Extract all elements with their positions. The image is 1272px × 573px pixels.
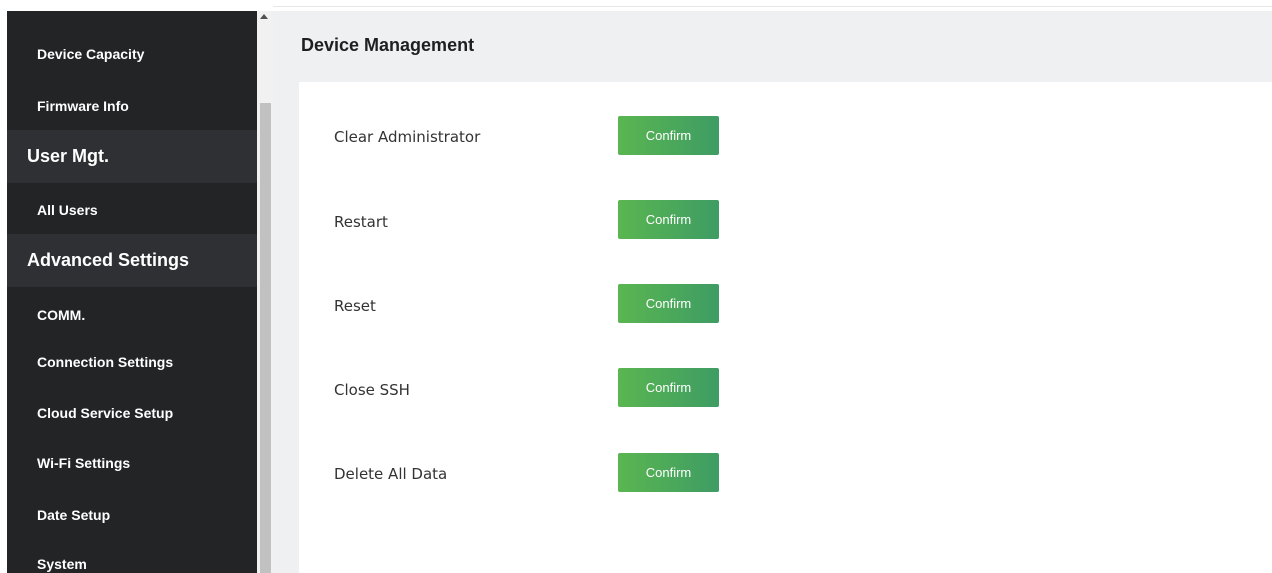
reset-confirm-button[interactable]: Confirm [618,284,719,323]
top-divider [273,6,1272,7]
close-ssh-confirm-button[interactable]: Confirm [618,368,719,407]
scrollbar-thumb[interactable] [260,103,271,573]
sidebar-item-connection-settings[interactable]: Connection Settings [7,354,257,370]
sidebar: Device Capacity Firmware Info User Mgt. … [7,11,257,573]
sidebar-item-all-users[interactable]: All Users [7,202,257,218]
row-label-reset: Reset [334,297,376,315]
sidebar-item-system[interactable]: System [7,556,257,572]
row-label-delete-all-data: Delete All Data [334,465,448,483]
sidebar-item-comm[interactable]: COMM. [7,307,257,323]
row-label-close-ssh: Close SSH [334,381,410,399]
panel-body: Clear Administrator Confirm Restart Conf… [299,82,1272,573]
sidebar-group-advanced-settings[interactable]: Advanced Settings [7,234,257,287]
sidebar-item-wifi-settings[interactable]: Wi-Fi Settings [7,455,257,471]
clear-administrator-confirm-button[interactable]: Confirm [618,116,719,155]
restart-confirm-button[interactable]: Confirm [618,200,719,239]
sidebar-item-date-setup[interactable]: Date Setup [7,507,257,523]
delete-all-data-confirm-button[interactable]: Confirm [618,453,719,492]
row-label-restart: Restart [334,213,388,231]
sidebar-item-cloud-service-setup[interactable]: Cloud Service Setup [7,405,257,421]
page-title: Device Management [301,35,475,55]
scroll-up-arrow-icon[interactable] [260,14,268,19]
sidebar-group-user-mgt[interactable]: User Mgt. [7,130,257,183]
device-management-panel: Device Management Clear Administrator Co… [273,11,1272,573]
sidebar-item-firmware-info[interactable]: Firmware Info [7,98,257,114]
row-label-clear-administrator: Clear Administrator [334,128,481,146]
sidebar-scrollbar[interactable] [257,11,273,573]
sidebar-item-device-capacity[interactable]: Device Capacity [7,46,257,62]
